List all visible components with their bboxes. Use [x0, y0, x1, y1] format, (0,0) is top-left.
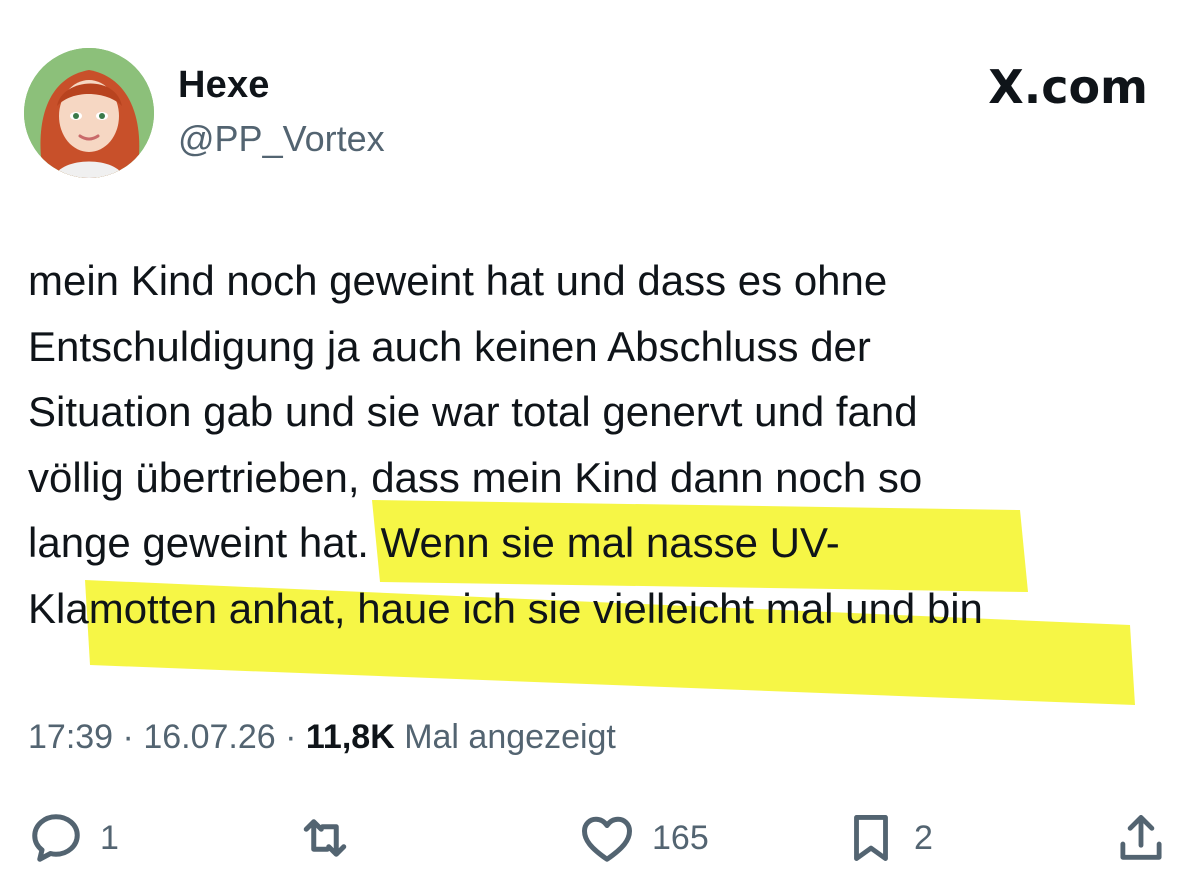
- user-handle[interactable]: @PP_Vortex: [178, 118, 385, 160]
- avatar[interactable]: [24, 48, 154, 178]
- avatar-illustration-icon: [24, 48, 154, 178]
- tweet-text-line: völlig übertrieben, dass mein Kind dann …: [28, 453, 923, 501]
- bookmark-count: 2: [914, 818, 933, 857]
- tweet-time[interactable]: 17:39: [28, 718, 113, 756]
- reply-button[interactable]: 1: [26, 808, 119, 868]
- tweet-text-line: Klamotten anhat, haue ich sie vielleicht…: [28, 584, 983, 632]
- display-name[interactable]: Hexe: [178, 64, 270, 107]
- meta-separator: ·: [113, 718, 144, 756]
- views-count: 11,8K: [305, 718, 395, 756]
- repost-icon: [303, 819, 347, 857]
- tweet-text-line: Situation gab und sie war total genervt …: [28, 388, 918, 435]
- bookmark-icon: [854, 815, 888, 861]
- tweet-text-line: Entschuldigung ja auch keinen Abschluss …: [28, 322, 871, 370]
- like-count: 165: [652, 818, 709, 857]
- tweet-text: mein Kind noch geweint hat und dass es o…: [28, 248, 1178, 641]
- tweet-text-line: mein Kind noch geweint hat und dass es o…: [28, 257, 888, 304]
- share-icon: [1120, 815, 1162, 860]
- repost-button[interactable]: [294, 808, 370, 868]
- heart-icon: [582, 816, 632, 862]
- action-bar: 1 165 2: [0, 808, 1200, 868]
- meta-separator: ·: [275, 718, 306, 756]
- tweet-date[interactable]: 16.07.26: [143, 718, 275, 756]
- like-button[interactable]: 165: [576, 808, 709, 868]
- tweet-meta: 17:39 · 16.07.26 · 11,8K Mal angezeigt: [28, 718, 616, 757]
- reply-icon: [32, 814, 80, 862]
- tweet-text-line: lange geweint hat. Wenn sie mal nasse UV…: [28, 519, 840, 566]
- bookmark-button[interactable]: 2: [842, 808, 933, 868]
- reply-count: 1: [100, 818, 119, 857]
- share-button[interactable]: [1112, 808, 1184, 868]
- views-label: Mal angezeigt: [394, 718, 616, 756]
- brand-logo: X.com: [988, 60, 1148, 114]
